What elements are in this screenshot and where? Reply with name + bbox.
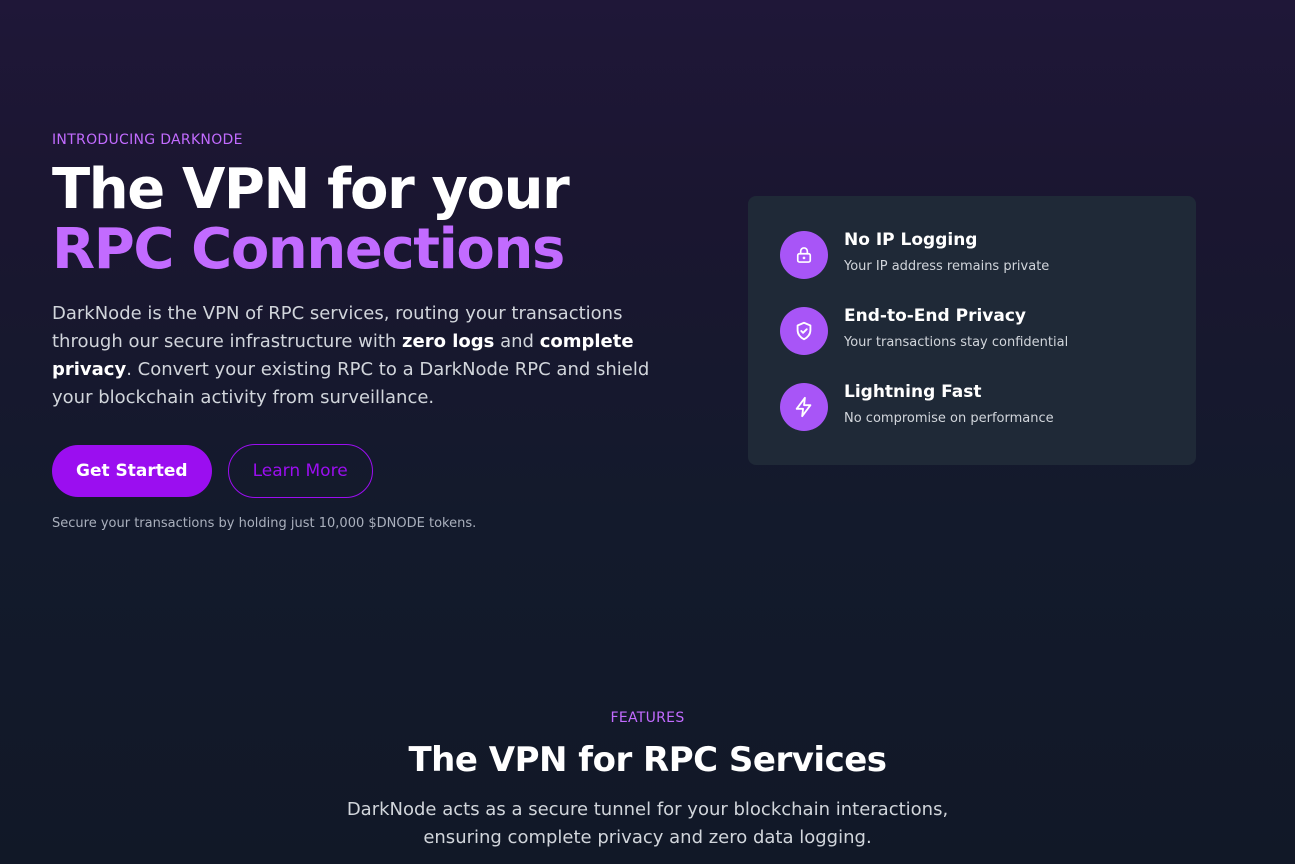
features-eyebrow: FEATURES [610, 710, 685, 726]
get-started-button[interactable]: Get Started [52, 445, 212, 497]
hero-description: DarkNode is the VPN of RPC services, rou… [52, 300, 652, 412]
feature-description: No compromise on performance [844, 411, 1054, 426]
features-subtitle: DarkNode acts as a secure tunnel for you… [346, 799, 949, 848]
headline-line-2: RPC Connections [52, 217, 565, 282]
lightning-icon [780, 383, 828, 431]
feature-description: Your transactions stay confidential [844, 335, 1069, 350]
feature-title: No IP Logging [844, 230, 978, 250]
hero-headline: The VPN for your RPC Connections [52, 160, 672, 280]
feature-lightning-fast: Lightning Fast No compromise on performa… [780, 382, 1164, 431]
features-title: The VPN for RPC Services [408, 740, 887, 780]
feature-end-to-end-privacy: End-to-End Privacy Your transactions sta… [780, 306, 1164, 355]
feature-title: End-to-End Privacy [844, 306, 1026, 326]
cta-row: Get Started Learn More [52, 444, 672, 498]
hero-eyebrow: INTRODUCING DARKNODE [52, 132, 243, 148]
lead-text-2: and [494, 331, 540, 352]
feature-description: Your IP address remains private [844, 259, 1050, 274]
features-section: FEATURES The VPN for RPC Services DarkNo… [0, 710, 1295, 852]
lock-icon [780, 231, 828, 279]
lead-text-3: . Convert your existing RPC to a DarkNod… [52, 359, 650, 408]
privacy-features-card: No IP Logging Your IP address remains pr… [748, 196, 1196, 465]
token-note: Secure your transactions by holding just… [52, 516, 477, 531]
headline-line-1: The VPN for your [52, 157, 570, 222]
hero-section: INTRODUCING DARKNODE The VPN for your RP… [52, 132, 672, 531]
lead-bold-zero-logs: zero logs [402, 331, 495, 352]
feature-no-ip-logging: No IP Logging Your IP address remains pr… [780, 230, 1164, 279]
learn-more-button[interactable]: Learn More [227, 444, 373, 498]
shield-check-icon [780, 307, 828, 355]
feature-title: Lightning Fast [844, 382, 982, 402]
